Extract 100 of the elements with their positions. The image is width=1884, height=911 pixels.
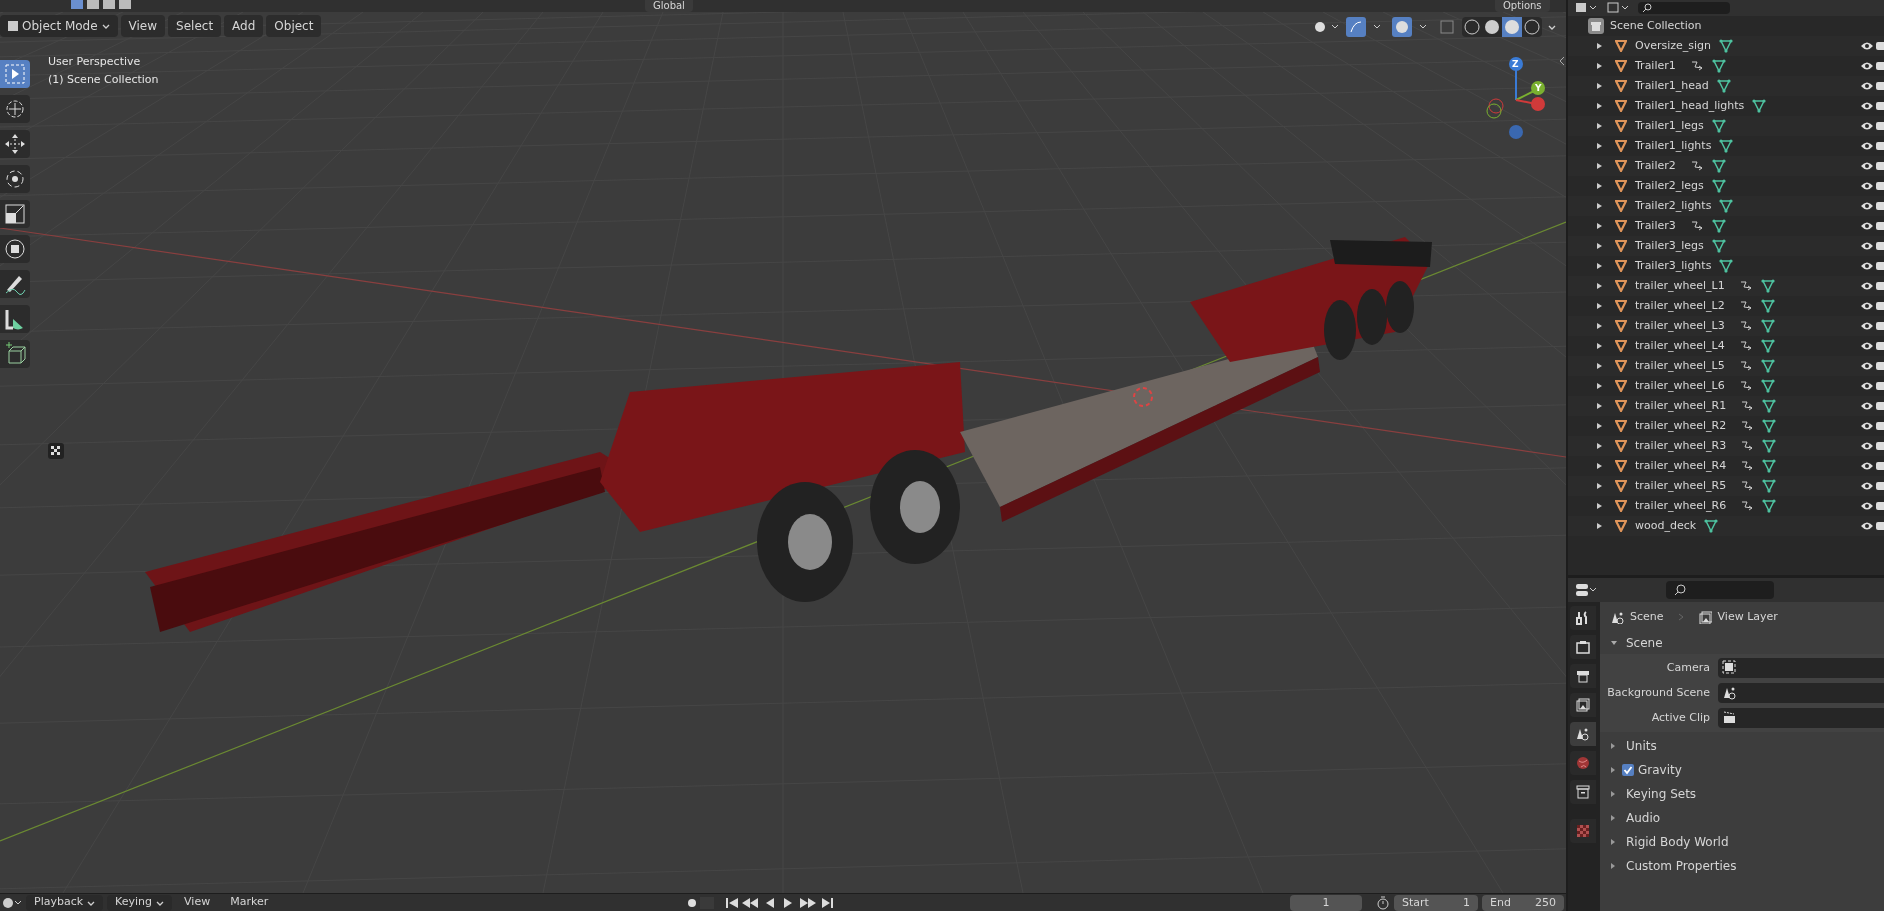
mesh-icon	[1719, 39, 1734, 53]
tool-button[interactable]	[0, 270, 30, 298]
tool-button[interactable]	[0, 200, 30, 228]
selection-mode-icon	[102, 0, 116, 10]
expand-arrow-icon	[1610, 790, 1616, 798]
menu-item[interactable]: View	[120, 15, 166, 37]
object-icon	[1615, 400, 1627, 412]
panel-header[interactable]: Keying Sets	[1600, 782, 1884, 806]
mesh-icon	[1760, 339, 1775, 353]
mesh-icon	[1760, 359, 1775, 373]
search-icon	[1642, 3, 1652, 13]
properties-tab[interactable]	[1570, 780, 1596, 804]
properties-tab[interactable]	[1570, 635, 1596, 659]
menu-item[interactable]: Marker	[222, 894, 277, 911]
solid-shading-icon	[1482, 17, 1502, 37]
mesh-icon	[1711, 59, 1726, 73]
expand-arrow-icon	[1596, 42, 1603, 50]
mesh-icon	[1716, 79, 1731, 93]
expand-arrow-icon	[1596, 122, 1603, 130]
eye-icon	[1860, 121, 1874, 131]
expand-arrow-icon	[1596, 242, 1603, 250]
field-label: Active Clip	[1650, 709, 1711, 726]
object-icon	[1615, 140, 1627, 152]
mesh-icon	[1752, 99, 1767, 113]
object-icon	[1615, 420, 1627, 432]
display-mode-icon	[1574, 2, 1598, 14]
panel-header[interactable]: Audio	[1600, 806, 1884, 830]
rotate-icon	[3, 167, 27, 191]
eye-icon	[1860, 381, 1874, 391]
expand-arrow-icon	[1596, 342, 1603, 350]
checker-icon	[1575, 823, 1591, 839]
camera-frame-icon	[1722, 660, 1738, 676]
menu-item[interactable]: View	[176, 894, 219, 911]
breadcrumb-item[interactable]: View Layer	[1717, 608, 1778, 626]
properties-tab[interactable]	[1570, 664, 1596, 688]
expand-arrow-icon	[1596, 502, 1603, 510]
tool-button[interactable]	[0, 340, 30, 368]
mesh-icon	[1711, 119, 1726, 133]
panel-header[interactable]: Custom Properties	[1600, 854, 1884, 878]
tool-button[interactable]	[0, 165, 30, 193]
menu-item[interactable]: Keying	[107, 894, 173, 911]
expand-arrow-icon	[1610, 742, 1616, 750]
archive-box-icon	[1575, 784, 1591, 800]
menu-item[interactable]: Playback	[26, 894, 104, 911]
object-icon	[1615, 440, 1627, 452]
mode-dropdown[interactable]: Object Mode	[0, 15, 118, 37]
search-field[interactable]	[1666, 581, 1774, 599]
object-icon	[1615, 120, 1627, 132]
globe-icon	[1575, 755, 1591, 771]
object-icon	[1615, 360, 1627, 372]
panel-header[interactable]: Gravity	[1600, 758, 1884, 782]
scene-icon	[1575, 726, 1591, 742]
stopwatch-icon	[1376, 896, 1390, 910]
editor-type-icon	[2, 895, 22, 910]
object-icon	[1615, 280, 1627, 292]
mesh-icon	[1711, 219, 1726, 233]
caret-icon	[101, 23, 110, 29]
tool-button[interactable]	[0, 305, 30, 333]
expand-arrow-icon	[1610, 814, 1616, 822]
object-field[interactable]	[1718, 708, 1884, 728]
tool-button[interactable]	[0, 235, 30, 263]
properties-tab[interactable]	[1570, 722, 1596, 746]
mesh-icon	[1762, 499, 1777, 513]
search-field[interactable]	[1638, 2, 1730, 14]
object-mode-icon	[8, 21, 18, 31]
checkbox-icon[interactable]	[1622, 764, 1634, 776]
panel-header[interactable]: Rigid Body World	[1600, 830, 1884, 854]
object-field[interactable]	[1718, 683, 1884, 703]
tool-button[interactable]	[0, 95, 30, 123]
printer-icon	[1575, 668, 1591, 684]
menu-item[interactable]: Add	[224, 15, 264, 37]
eye-icon	[1860, 81, 1874, 91]
eye-icon	[1860, 501, 1874, 511]
panel-header[interactable]: Units	[1600, 734, 1884, 758]
expand-arrow-icon	[1596, 302, 1603, 310]
expand-arrow-icon	[1596, 402, 1603, 410]
expand-arrow-icon	[1596, 262, 1603, 270]
mesh-icon	[1760, 279, 1775, 293]
object-icon	[1615, 260, 1627, 272]
properties-tab[interactable]	[1570, 606, 1596, 630]
object-field[interactable]	[1718, 658, 1884, 678]
breadcrumb-item[interactable]: Scene	[1630, 608, 1664, 626]
eye-icon	[1860, 281, 1874, 291]
orientation-dropdown[interactable]: Global	[645, 0, 693, 12]
tool-button[interactable]	[0, 130, 30, 158]
menu-item[interactable]: Object	[266, 15, 322, 37]
options-dropdown[interactable]: Options	[1495, 0, 1550, 12]
object-icon	[1615, 460, 1627, 472]
menu-item[interactable]: Select	[168, 15, 222, 37]
expand-arrow-icon	[1596, 462, 1603, 470]
mesh-icon	[1719, 139, 1734, 153]
move-icon	[3, 132, 27, 156]
properties-tab[interactable]	[1570, 693, 1596, 717]
start-frame-field[interactable]: Start 1	[1394, 895, 1478, 911]
add-cube-icon	[3, 342, 27, 366]
object-icon	[1615, 480, 1627, 492]
end-frame-field[interactable]: End 250	[1482, 895, 1564, 911]
eye-icon	[1860, 361, 1874, 371]
expand-arrow-icon	[1596, 182, 1603, 190]
frame-field[interactable]: 1	[1290, 895, 1362, 911]
